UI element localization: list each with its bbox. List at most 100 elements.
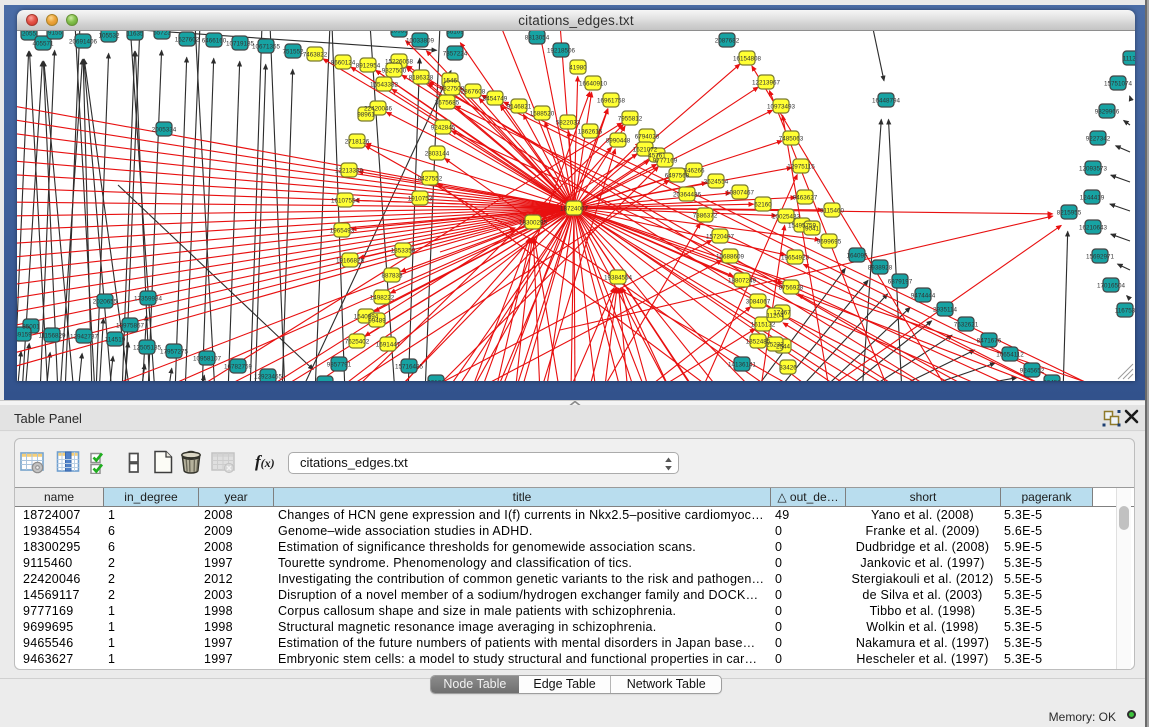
svg-text:19166825: 19166825 xyxy=(336,258,365,265)
svg-text:41980: 41980 xyxy=(569,65,587,72)
svg-text:20364436: 20364436 xyxy=(673,192,702,199)
svg-text:1910753: 1910753 xyxy=(408,196,433,203)
svg-text:1244419: 1244419 xyxy=(1080,195,1105,202)
svg-text:105532: 105532 xyxy=(98,33,120,40)
svg-text:10033809: 10033809 xyxy=(406,38,435,45)
svg-text:16961758: 16961758 xyxy=(597,98,626,105)
svg-text:8454749: 8454749 xyxy=(483,96,508,103)
svg-text:10025433: 10025433 xyxy=(772,214,801,221)
svg-text:9146821: 9146821 xyxy=(507,104,532,111)
svg-text:19384554: 19384554 xyxy=(604,275,633,282)
svg-text:10719185: 10719185 xyxy=(226,41,255,48)
svg-text:19218506: 19218506 xyxy=(547,48,576,55)
svg-text:12213389: 12213389 xyxy=(335,168,364,175)
svg-text:3084067: 3084067 xyxy=(746,299,771,306)
svg-text:10973493: 10973493 xyxy=(767,104,796,111)
svg-text:20691406: 20691406 xyxy=(69,39,98,46)
svg-text:12923465: 12923465 xyxy=(254,374,283,381)
svg-text:116753: 116753 xyxy=(1115,308,1135,315)
svg-text:12213967: 12213967 xyxy=(752,80,781,87)
svg-text:6497568: 6497568 xyxy=(665,173,690,180)
svg-text:9155: 9155 xyxy=(48,31,63,37)
svg-text:11156829: 11156829 xyxy=(38,333,66,340)
svg-text:164095: 164095 xyxy=(846,253,868,260)
svg-text:10933: 10933 xyxy=(390,31,408,35)
svg-text:8912954: 8912954 xyxy=(356,63,381,70)
svg-text:7632621: 7632621 xyxy=(954,322,979,329)
svg-text:10807467: 10807467 xyxy=(726,190,755,197)
svg-text:1615132: 1615132 xyxy=(751,322,776,329)
svg-text:2867608: 2867608 xyxy=(461,89,486,96)
svg-text:9242845: 9242845 xyxy=(431,125,456,132)
svg-text:8186328: 8186328 xyxy=(409,75,434,82)
svg-text:8471676: 8471676 xyxy=(977,338,1002,345)
svg-text:7625402: 7625402 xyxy=(345,339,370,346)
svg-text:114519: 114519 xyxy=(105,337,126,344)
svg-text:9463627: 9463627 xyxy=(793,195,818,202)
svg-text:15720407: 15720407 xyxy=(706,234,735,241)
svg-text:16782759: 16782759 xyxy=(224,364,253,371)
svg-text:405571: 405571 xyxy=(32,41,54,48)
svg-text:1353359: 1353359 xyxy=(391,248,416,255)
svg-text:12093573: 12093573 xyxy=(1079,166,1108,173)
svg-text:12975115: 12975115 xyxy=(787,164,815,171)
svg-text:18300295: 18300295 xyxy=(519,220,548,227)
svg-text:8427552: 8427552 xyxy=(418,176,443,183)
svg-text:9777169: 9777169 xyxy=(653,158,678,165)
svg-text:16543382: 16543382 xyxy=(370,82,399,89)
svg-text:16154808: 16154808 xyxy=(733,56,762,63)
svg-text:8215955: 8215955 xyxy=(1057,210,1082,217)
svg-text:10958107: 10958107 xyxy=(193,356,222,363)
svg-text:11125: 11125 xyxy=(1123,56,1135,63)
svg-text:2005334: 2005334 xyxy=(152,127,177,134)
svg-text:9041: 9041 xyxy=(805,226,820,233)
svg-text:1362615: 1362615 xyxy=(578,129,603,136)
svg-text:10671355: 10671355 xyxy=(252,44,281,51)
svg-text:3624554: 3624554 xyxy=(704,179,729,186)
svg-text:12505135: 12505135 xyxy=(133,345,162,352)
svg-text:2020655: 2020655 xyxy=(93,299,118,306)
svg-text:11204: 11204 xyxy=(766,313,784,320)
svg-text:2935114: 2935114 xyxy=(933,307,958,314)
svg-text:2087682: 2087682 xyxy=(715,38,740,45)
svg-text:9245652: 9245652 xyxy=(1020,368,1045,375)
svg-text:6466160: 6466160 xyxy=(202,38,227,45)
svg-text:7357224: 7357224 xyxy=(443,51,468,58)
svg-text:9474444: 9474444 xyxy=(911,293,936,300)
svg-text:85001: 85001 xyxy=(22,324,40,331)
svg-text:33426: 33426 xyxy=(779,365,797,372)
svg-text:5822033: 5822033 xyxy=(556,120,581,127)
svg-text:8813054: 8813054 xyxy=(525,35,550,42)
svg-text:16448794: 16448794 xyxy=(872,98,901,105)
svg-text:10975867: 10975867 xyxy=(116,323,145,330)
svg-text:8990448: 8990448 xyxy=(606,138,631,145)
svg-text:9329966: 9329966 xyxy=(1095,109,1120,116)
svg-text:1527602: 1527602 xyxy=(175,37,200,44)
svg-text:86109: 86109 xyxy=(446,31,464,36)
svg-text:1691447: 1691447 xyxy=(376,342,401,349)
svg-text:10654112: 10654112 xyxy=(996,352,1024,359)
svg-text:99489: 99489 xyxy=(368,318,386,325)
svg-text:25232: 25232 xyxy=(766,342,784,349)
svg-text:16640910: 16640910 xyxy=(579,81,608,88)
svg-text:2055: 2055 xyxy=(22,31,37,38)
svg-text:7955812: 7955812 xyxy=(618,116,643,123)
svg-text:92450: 92450 xyxy=(1043,380,1061,382)
svg-text:9699695: 9699695 xyxy=(817,239,842,246)
svg-text:190524: 190524 xyxy=(314,381,336,382)
svg-text:12942737: 12942737 xyxy=(70,334,99,341)
svg-text:17957275: 17957275 xyxy=(160,349,189,356)
svg-text:3675685: 3675685 xyxy=(435,100,460,107)
svg-text:39159: 39159 xyxy=(17,332,32,339)
svg-text:16107554: 16107554 xyxy=(331,198,360,205)
svg-text:14136141: 14136141 xyxy=(728,362,757,369)
svg-text:2803144: 2803144 xyxy=(425,151,450,158)
svg-text:6879197: 6879197 xyxy=(888,279,913,286)
svg-text:751552: 751552 xyxy=(282,49,304,56)
svg-text:6794028: 6794028 xyxy=(635,134,660,141)
svg-text:1965493: 1965493 xyxy=(330,228,355,235)
svg-text:11635: 11635 xyxy=(126,31,144,38)
svg-text:10688609: 10688609 xyxy=(716,254,745,261)
svg-text:2718126: 2718126 xyxy=(345,139,370,146)
svg-text:8938928: 8938928 xyxy=(868,265,893,272)
